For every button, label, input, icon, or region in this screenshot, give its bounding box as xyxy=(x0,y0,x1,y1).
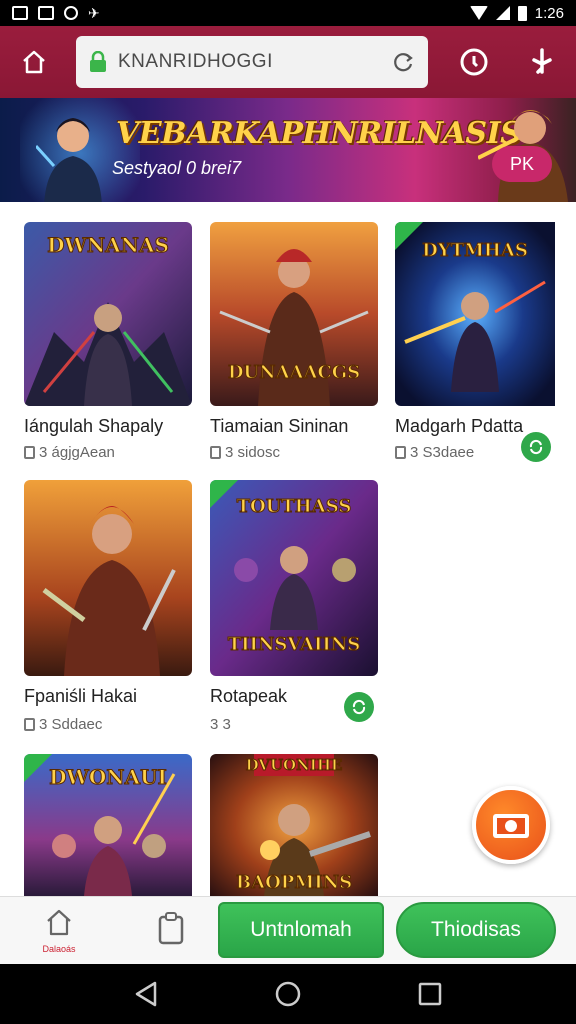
lock-icon xyxy=(90,51,106,72)
game-title[interactable]: Fpaniśli Hakai xyxy=(24,686,137,707)
download-count-icon xyxy=(24,718,35,731)
download-button[interactable] xyxy=(521,432,551,462)
alarm-icon xyxy=(64,6,78,20)
game-logo: DYTMHAS xyxy=(422,240,528,261)
game-thumbnail[interactable]: DWONAUI xyxy=(24,754,192,896)
url-text: KNANRIDHOGGI xyxy=(118,51,273,72)
game-title[interactable]: Rotapeak xyxy=(210,686,287,707)
game-meta-text: 3 ágjgAean xyxy=(39,444,115,461)
game-title[interactable]: Iángulah Shapaly xyxy=(24,416,163,437)
game-meta-text: 3 3 xyxy=(210,716,231,733)
tabs-icon xyxy=(460,48,488,76)
game-meta: 3 ágjgAean xyxy=(24,444,115,461)
back-icon xyxy=(135,981,157,1007)
game-meta-text: 3 S3daee xyxy=(410,444,475,461)
signal-icon xyxy=(495,6,510,20)
home-button[interactable] xyxy=(0,26,68,98)
clipboard-button[interactable] xyxy=(156,911,186,950)
banner-title: VEBARKAPHNRILNASIS xyxy=(116,116,522,151)
game-title[interactable]: Tiamaian Sininan xyxy=(210,416,348,437)
bottom-action-bar: Dalaoás Untnlomah Thiodisas xyxy=(0,896,576,964)
download-count-icon xyxy=(395,446,406,459)
shield-icon xyxy=(38,6,54,20)
recents-button[interactable] xyxy=(414,978,446,1010)
battery-icon xyxy=(517,5,527,21)
circle-home-icon xyxy=(275,981,301,1007)
menu-button[interactable] xyxy=(508,26,576,98)
game-meta: 3 Sddaec xyxy=(24,716,102,733)
game-thumbnail[interactable]: TOUTHASS TIINSVAIINS xyxy=(210,480,378,676)
hero-character-image xyxy=(36,118,102,202)
game-logo: TOUTHASS xyxy=(237,496,352,517)
camera-fab-button[interactable] xyxy=(472,786,550,864)
home-icon xyxy=(47,909,71,936)
game-logo: DWNANAS xyxy=(47,233,169,257)
download-button[interactable] xyxy=(344,692,374,722)
status-bar: ✈ 1:26 xyxy=(0,0,576,26)
game-thumbnail[interactable]: DWNANAS xyxy=(24,222,192,406)
address-bar[interactable]: KNANRIDHOGGI xyxy=(76,36,428,88)
game-thumbnail[interactable]: DYTMHAS xyxy=(395,222,563,406)
menu-icon xyxy=(532,48,552,74)
camera-icon xyxy=(493,814,529,838)
primary-action-button[interactable]: Untnlomah xyxy=(218,902,384,958)
wifi-icon xyxy=(469,6,488,20)
download-count-icon xyxy=(24,446,35,459)
clock: 1:26 xyxy=(534,4,564,22)
browser-toolbar: KNANRIDHOGGI xyxy=(0,26,576,98)
home-icon xyxy=(23,50,45,74)
download-count-icon xyxy=(210,446,221,459)
game-logo-bottom: TIINSVAIINS xyxy=(228,634,361,655)
tabs-button[interactable] xyxy=(440,26,508,98)
tools-icon: ✈ xyxy=(88,4,100,21)
notification-icon xyxy=(12,6,28,20)
new-corner-ribbon xyxy=(24,754,52,782)
game-meta: 3 S3daee xyxy=(395,444,474,461)
system-nav-bar xyxy=(0,964,576,1024)
game-thumbnail[interactable]: DUNAAACGS xyxy=(210,222,378,406)
promo-banner[interactable]: VEBARKAPHNRILNASIS Sestyaol 0 brei7 PK xyxy=(0,98,576,202)
game-logo: DWONAUI xyxy=(49,765,167,789)
refresh-icon xyxy=(529,439,543,455)
reload-icon[interactable] xyxy=(390,49,416,75)
back-button[interactable] xyxy=(130,978,162,1010)
game-logo: DUNAAACGS xyxy=(228,362,360,383)
new-corner-ribbon xyxy=(395,222,423,250)
game-meta: 3 3 xyxy=(210,716,231,733)
bottom-home-button[interactable]: Dalaoás xyxy=(34,907,84,954)
game-meta-text: 3 Sddaec xyxy=(39,716,103,733)
banner-subtitle: Sestyaol 0 brei7 xyxy=(112,158,242,178)
game-meta-text: 3 sidosc xyxy=(225,444,281,461)
new-corner-ribbon xyxy=(210,480,238,508)
home-label: Dalaoás xyxy=(42,944,76,954)
game-logo: DVUONIHE xyxy=(246,756,343,774)
secondary-action-button[interactable]: Thiodisas xyxy=(396,902,556,958)
game-thumbnail[interactable]: DVUONIHE BAOPMINS xyxy=(210,754,378,896)
clipboard-icon xyxy=(158,912,184,945)
game-logo-bottom: BAOPMINS xyxy=(236,872,352,893)
square-recents-icon xyxy=(418,982,442,1006)
refresh-icon xyxy=(352,699,366,715)
pk-badge[interactable]: PK xyxy=(492,146,552,182)
home-nav-button[interactable] xyxy=(272,978,304,1010)
game-title[interactable]: Madgarh Pdatta xyxy=(395,416,523,437)
game-thumbnail[interactable] xyxy=(24,480,192,676)
game-meta: 3 sidosc xyxy=(210,444,280,461)
